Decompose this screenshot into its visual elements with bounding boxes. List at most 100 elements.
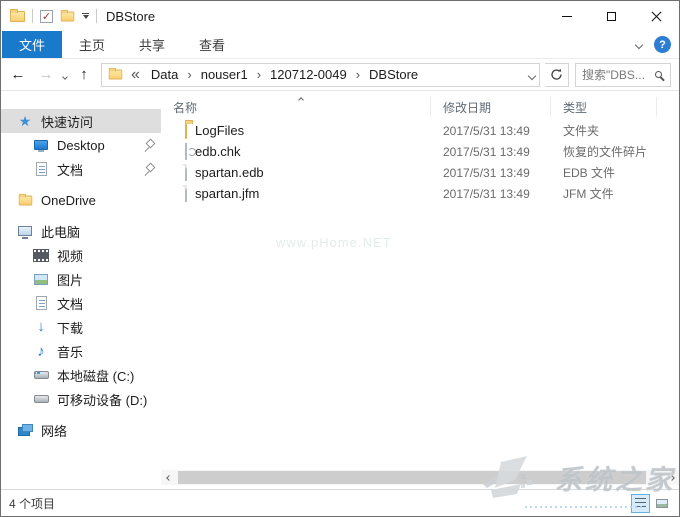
breadcrumb-item[interactable]: Data bbox=[146, 67, 183, 82]
picture-icon bbox=[33, 271, 49, 287]
window-controls bbox=[544, 1, 679, 31]
maximize-button[interactable] bbox=[589, 1, 634, 31]
breadcrumb-item[interactable]: 120712-0049 bbox=[265, 67, 352, 82]
help-button[interactable]: ? bbox=[654, 36, 671, 53]
divider bbox=[96, 9, 97, 23]
file-row-spartan.jfm[interactable]: spartan.jfm 2017/5/31 13:49 JFM 文件 bbox=[161, 183, 679, 204]
file-row-LogFiles[interactable]: LogFiles 2017/5/31 13:49 文件夹 bbox=[161, 120, 679, 141]
breadcrumb-overflow[interactable]: « bbox=[127, 66, 142, 84]
sidebar-item-documents-qa[interactable]: 文档 bbox=[1, 157, 161, 181]
sidebar-item-pictures[interactable]: 图片 bbox=[1, 267, 161, 291]
folder-icon bbox=[17, 192, 33, 208]
close-icon bbox=[651, 11, 662, 22]
properties-check-icon[interactable]: ✓ bbox=[40, 9, 53, 23]
minimize-icon bbox=[561, 15, 572, 17]
desktop-icon bbox=[33, 137, 49, 153]
breadcrumb-item[interactable]: DBStore bbox=[364, 67, 423, 82]
folder-icon bbox=[10, 8, 25, 22]
file-name: edb.chk bbox=[195, 144, 241, 159]
file-type: 恢复的文件碎片 bbox=[563, 145, 648, 159]
page-watermark: www.pHome.NET bbox=[276, 235, 392, 250]
address-box[interactable]: « Data › nouser1 › 120712-0049 › DBStore bbox=[101, 62, 540, 87]
sidebar-item-desktop[interactable]: Desktop bbox=[1, 133, 161, 157]
thumbnails-view-button[interactable] bbox=[652, 494, 671, 513]
sidebar-item-disk-d[interactable]: 可移动设备 (D:) bbox=[1, 387, 161, 411]
tab-share[interactable]: 共享 bbox=[122, 31, 182, 58]
sidebar-item-label: 网络 bbox=[41, 423, 68, 439]
sidebar-item-label: 本地磁盘 (C:) bbox=[57, 368, 135, 384]
sidebar-item-downloads[interactable]: ↓ 下载 bbox=[1, 315, 161, 339]
search-input[interactable]: 搜索"DBS... bbox=[575, 62, 671, 87]
sidebar-item-label: 视频 bbox=[57, 248, 84, 264]
pin-icon bbox=[144, 164, 155, 175]
sidebar-item-videos[interactable]: 视频 bbox=[1, 243, 161, 267]
search-icon bbox=[655, 71, 662, 78]
column-header-type[interactable]: 类型 bbox=[551, 97, 657, 117]
file-list: LogFiles 2017/5/31 13:49 文件夹 edb.chk 2017/5/… bbox=[161, 120, 679, 489]
breadcrumb-separator-icon[interactable]: › bbox=[185, 67, 193, 82]
collapse-ribbon-icon[interactable] bbox=[634, 40, 644, 49]
breadcrumb-item[interactable]: nouser1 bbox=[196, 67, 253, 82]
sidebar-item-label: 文档 bbox=[57, 162, 84, 178]
address-bar-row: ← → ↑ « Data › nouser1 › 120712-0049 › DBStore… bbox=[1, 59, 679, 91]
forward-button[interactable]: → bbox=[35, 66, 57, 83]
star-icon: ★ bbox=[18, 113, 32, 129]
ribbon-tabs: 文件 主页 共享 查看 bbox=[1, 31, 242, 58]
close-button[interactable] bbox=[634, 1, 679, 31]
column-header-date[interactable]: 修改日期 bbox=[431, 97, 551, 117]
title-bar: ✓ DBStore bbox=[1, 1, 679, 31]
scroll-right-arrow[interactable] bbox=[664, 470, 679, 485]
up-button[interactable]: ↑ bbox=[73, 66, 95, 83]
column-headers: 名称 修改日期 类型 bbox=[161, 94, 679, 120]
horizontal-scrollbar[interactable] bbox=[161, 470, 679, 485]
new-folder-icon[interactable] bbox=[60, 9, 75, 21]
recent-locations-dropdown-icon[interactable] bbox=[62, 66, 68, 84]
doc-icon bbox=[33, 295, 49, 311]
tab-view[interactable]: 查看 bbox=[182, 31, 242, 58]
chk-icon bbox=[185, 143, 187, 160]
details-view-button[interactable] bbox=[631, 493, 650, 513]
sidebar-item-this-pc[interactable]: 此电脑 bbox=[1, 219, 161, 243]
file-row-spartan.edb[interactable]: spartan.edb 2017/5/31 13:49 EDB 文件 bbox=[161, 162, 679, 183]
divider bbox=[32, 9, 33, 23]
disk-icon bbox=[33, 391, 49, 407]
scrollbar-thumb[interactable] bbox=[178, 471, 647, 484]
customize-dropdown-icon[interactable] bbox=[82, 13, 89, 19]
column-header-name[interactable]: 名称 bbox=[161, 97, 431, 117]
explorer-window: ✓ DBStore 文件 主页 共享 查看 ? ← → ↑ « Data › nouser… bbox=[0, 0, 680, 517]
sidebar-item-onedrive[interactable]: OneDrive bbox=[1, 188, 161, 212]
refresh-button[interactable] bbox=[545, 62, 569, 87]
file-name: spartan.jfm bbox=[195, 186, 260, 201]
minimize-button[interactable] bbox=[544, 1, 589, 31]
item-count: 4 个项目 bbox=[9, 496, 56, 511]
download-icon: ↓ bbox=[37, 318, 45, 335]
view-switcher bbox=[631, 493, 671, 513]
sidebar-item-network[interactable]: 网络 bbox=[1, 418, 161, 442]
file-icon bbox=[185, 164, 187, 181]
refresh-icon bbox=[551, 68, 562, 80]
sort-ascending-icon bbox=[298, 91, 304, 105]
breadcrumb-separator-icon[interactable]: › bbox=[354, 67, 362, 82]
ribbon-tabs-row: 文件 主页 共享 查看 ? bbox=[1, 31, 679, 59]
sidebar-item-documents[interactable]: 文档 bbox=[1, 291, 161, 315]
sidebar-item-label: Desktop bbox=[57, 137, 105, 153]
file-name: spartan.edb bbox=[195, 165, 264, 180]
sidebar-item-label: 音乐 bbox=[57, 344, 84, 360]
tab-file[interactable]: 文件 bbox=[2, 31, 63, 58]
address-dropdown-icon[interactable] bbox=[527, 66, 537, 84]
file-row-edb.chk[interactable]: edb.chk 2017/5/31 13:49 恢复的文件碎片 bbox=[161, 141, 679, 162]
scrollbar-track[interactable] bbox=[176, 470, 664, 485]
sidebar-item-disk-c[interactable]: 本地磁盘 (C:) bbox=[1, 363, 161, 387]
sidebar-item-label: 快速访问 bbox=[41, 114, 94, 130]
sidebar-item-music[interactable]: ♪ 音乐 bbox=[1, 339, 161, 363]
breadcrumb-separator-icon[interactable]: › bbox=[255, 67, 263, 82]
back-button[interactable]: ← bbox=[7, 66, 29, 83]
sidebar-item-label: 此电脑 bbox=[41, 224, 81, 240]
details-view-icon bbox=[635, 498, 646, 508]
scroll-left-arrow[interactable] bbox=[161, 470, 176, 485]
sidebar-item-label: 图片 bbox=[57, 272, 84, 288]
sidebar-item-quick-access[interactable]: ★ 快速访问 bbox=[1, 109, 161, 133]
breadcrumb: Data › nouser1 › 120712-0049 › DBStore bbox=[146, 67, 525, 82]
tab-home[interactable]: 主页 bbox=[62, 31, 122, 58]
ribbon-right-controls: ? bbox=[634, 31, 679, 58]
